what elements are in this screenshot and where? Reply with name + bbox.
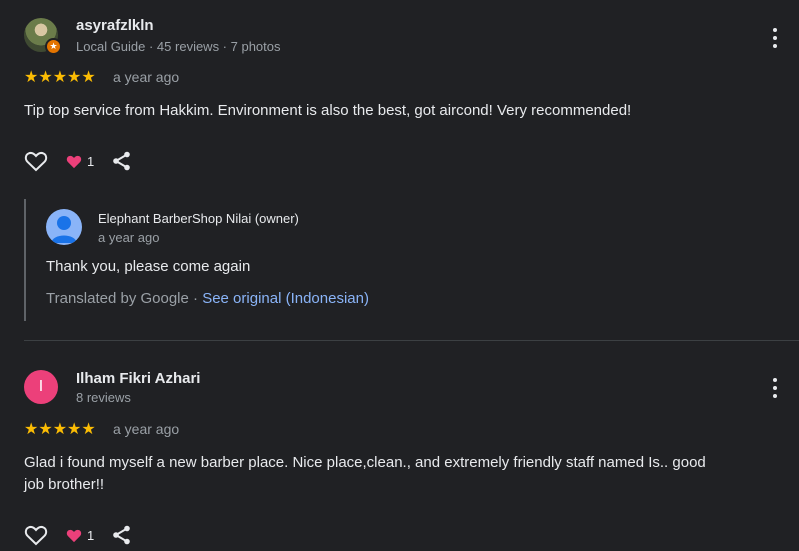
star-rating: ★★★★★ bbox=[24, 421, 96, 438]
review-text: Tip top service from Hakkim. Environment… bbox=[24, 102, 632, 119]
review-divider bbox=[24, 340, 799, 341]
reply-text: Thank you, please come again bbox=[46, 258, 251, 275]
like-heart-outline-icon[interactable] bbox=[24, 150, 48, 172]
reviewer-meta: Local Guide · 45 reviews · 7 photos bbox=[76, 39, 281, 54]
reaction-count: 1 bbox=[87, 153, 95, 169]
share-icon[interactable] bbox=[112, 525, 132, 545]
review-actions: 1 bbox=[24, 524, 132, 546]
owner-reply: Elephant BarberShop Nilai (owner) a year… bbox=[24, 199, 786, 321]
more-options-icon[interactable] bbox=[772, 28, 778, 48]
review-date: a year ago bbox=[113, 421, 180, 437]
reaction-count: 1 bbox=[87, 527, 95, 543]
owner-avatar-icon bbox=[46, 209, 82, 245]
avatar[interactable]: I bbox=[24, 370, 58, 404]
reply-date: a year ago bbox=[98, 230, 160, 245]
heart-reaction-icon[interactable] bbox=[66, 528, 82, 543]
review-text-line1: Glad i found myself a new barber place. … bbox=[24, 454, 706, 471]
translation-note: Translated by Google · See original (Ind… bbox=[46, 288, 369, 310]
heart-reaction-icon[interactable] bbox=[66, 154, 82, 169]
review-date: a year ago bbox=[113, 69, 180, 85]
like-heart-outline-icon[interactable] bbox=[24, 524, 48, 546]
translated-by-label: Translated by Google · bbox=[46, 290, 203, 307]
review-actions: 1 bbox=[24, 150, 132, 172]
reviewer-name[interactable]: Ilham Fikri Azhari bbox=[76, 370, 200, 387]
share-icon[interactable] bbox=[112, 151, 132, 171]
review-text-line2: job brother!! bbox=[24, 476, 105, 493]
reviewer-name[interactable]: asyrafzlkln bbox=[76, 17, 154, 34]
local-guide-badge-icon: ★ bbox=[45, 38, 62, 55]
owner-name: Elephant BarberShop Nilai (owner) bbox=[98, 211, 299, 226]
see-original-link[interactable]: See original (Indonesian) bbox=[202, 290, 369, 307]
reviewer-meta: 8 reviews bbox=[76, 390, 131, 405]
star-rating: ★★★★★ bbox=[24, 69, 96, 86]
more-options-icon[interactable] bbox=[772, 378, 778, 398]
